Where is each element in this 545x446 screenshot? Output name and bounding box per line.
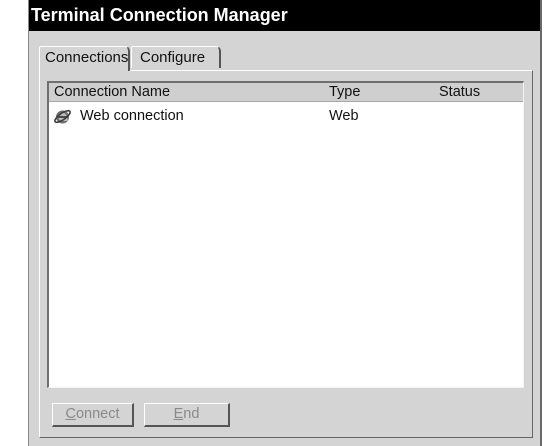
connect-button[interactable]: Connect — [52, 403, 134, 427]
window-title: Terminal Connection Manager — [29, 0, 540, 31]
column-header-status[interactable]: Status — [439, 83, 480, 101]
connections-panel: Connection Name Type Status Web connecti… — [39, 70, 533, 438]
tab-connections[interactable]: Connections — [39, 46, 130, 71]
end-mnemonic: E — [173, 406, 184, 422]
connection-list[interactable]: Connection Name Type Status Web connecti… — [47, 81, 524, 388]
list-item[interactable]: Web connection Web — [49, 105, 523, 127]
column-header-connection-name[interactable]: Connection Name — [54, 83, 170, 101]
list-header: Connection Name Type Status — [49, 83, 523, 102]
tab-configure[interactable]: Configure — [131, 46, 221, 68]
connect-label-rest: onnect — [75, 406, 120, 422]
end-button[interactable]: End — [144, 403, 230, 427]
connect-mnemonic: C — [65, 406, 76, 422]
end-label-rest: nd — [183, 406, 200, 422]
connection-name-cell: Web connection — [80, 108, 184, 124]
column-header-type[interactable]: Type — [329, 83, 360, 101]
internet-explorer-icon — [53, 107, 72, 126]
connection-type-cell: Web — [329, 108, 359, 124]
terminal-connection-manager-window: Terminal Connection Manager Connections … — [28, 0, 542, 446]
